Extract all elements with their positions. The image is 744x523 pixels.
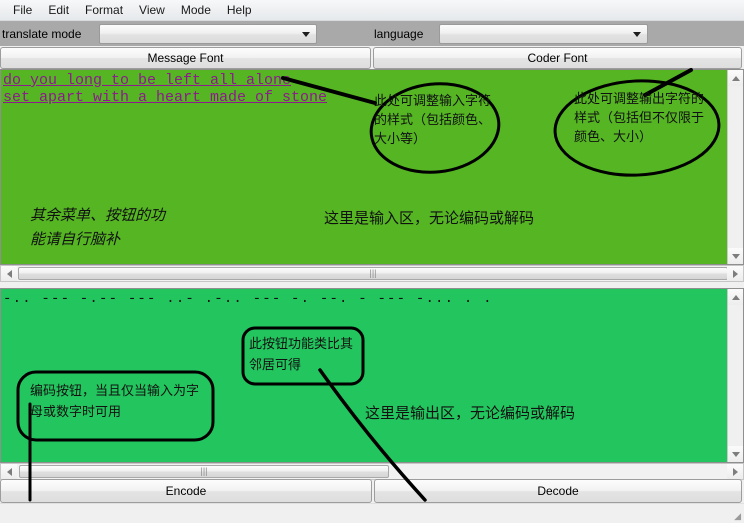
scroll-down-icon[interactable] — [728, 446, 743, 462]
chevron-down-icon — [633, 31, 642, 37]
scroll-right-icon[interactable] — [727, 266, 743, 281]
input-horizontal-scrollbar[interactable]: ||| — [0, 265, 744, 282]
scroll-down-icon[interactable] — [728, 248, 743, 264]
menu-item-help[interactable]: Help — [220, 2, 259, 18]
scroll-right-icon[interactable] — [727, 464, 743, 479]
menu-item-view[interactable]: View — [132, 2, 172, 18]
font-buttons-bar: Message Font Coder Font — [0, 47, 744, 69]
output-horizontal-scrollbar[interactable]: ||| — [0, 463, 744, 480]
output-text-content[interactable]: -.. --- -.-- --- ..- .-.. --- -. --. - -… — [1, 289, 727, 462]
translate-mode-select[interactable] — [99, 23, 318, 44]
input-message-text: do you long to be left all alone set apa… — [3, 72, 328, 106]
scroll-grip: ||| — [200, 466, 208, 476]
message-font-button[interactable]: Message Font — [0, 47, 371, 69]
input-vertical-scrollbar[interactable] — [727, 70, 743, 264]
translate-mode-group: translate mode — [0, 21, 372, 46]
output-vertical-scrollbar[interactable] — [727, 289, 743, 462]
scroll-left-icon[interactable] — [1, 266, 17, 281]
input-text-area[interactable]: do you long to be left all alone set apa… — [0, 69, 744, 265]
scroll-left-icon[interactable] — [1, 464, 17, 479]
language-select[interactable] — [439, 23, 649, 44]
decode-button[interactable]: Decode — [374, 479, 742, 503]
encode-button[interactable]: Encode — [0, 479, 372, 503]
scroll-up-icon[interactable] — [728, 289, 743, 305]
language-label: language — [374, 26, 424, 41]
language-group: language — [372, 21, 744, 46]
menu-item-mode[interactable]: Mode — [174, 2, 218, 18]
menu-item-edit[interactable]: Edit — [41, 2, 76, 18]
menu-bar: File Edit Format View Mode Help — [0, 0, 744, 21]
status-bar: ◢ — [0, 503, 744, 523]
output-scroll-thumb[interactable]: ||| — [19, 465, 389, 478]
menu-item-format[interactable]: Format — [78, 2, 130, 18]
coder-font-button[interactable]: Coder Font — [373, 47, 742, 69]
output-text-area[interactable]: -.. --- -.-- --- ..- .-.. --- -. --. - -… — [0, 288, 744, 463]
input-text-content[interactable]: do you long to be left all alone set apa… — [1, 70, 727, 264]
menu-item-file[interactable]: File — [6, 2, 39, 18]
options-bar: translate mode language — [0, 21, 744, 46]
scroll-grip: ||| — [369, 268, 377, 278]
action-buttons-bar: Encode Decode — [0, 479, 744, 503]
translate-mode-label: translate mode — [2, 26, 82, 41]
input-scroll-thumb[interactable]: ||| — [18, 267, 728, 280]
chevron-down-icon — [302, 31, 311, 37]
output-code-text: -.. --- -.-- --- ..- .-.. --- -. --. - -… — [3, 291, 493, 307]
resize-grip-icon[interactable]: ◢ — [734, 511, 741, 522]
application-window: File Edit Format View Mode Help translat… — [0, 0, 744, 523]
scroll-up-icon[interactable] — [728, 70, 743, 86]
